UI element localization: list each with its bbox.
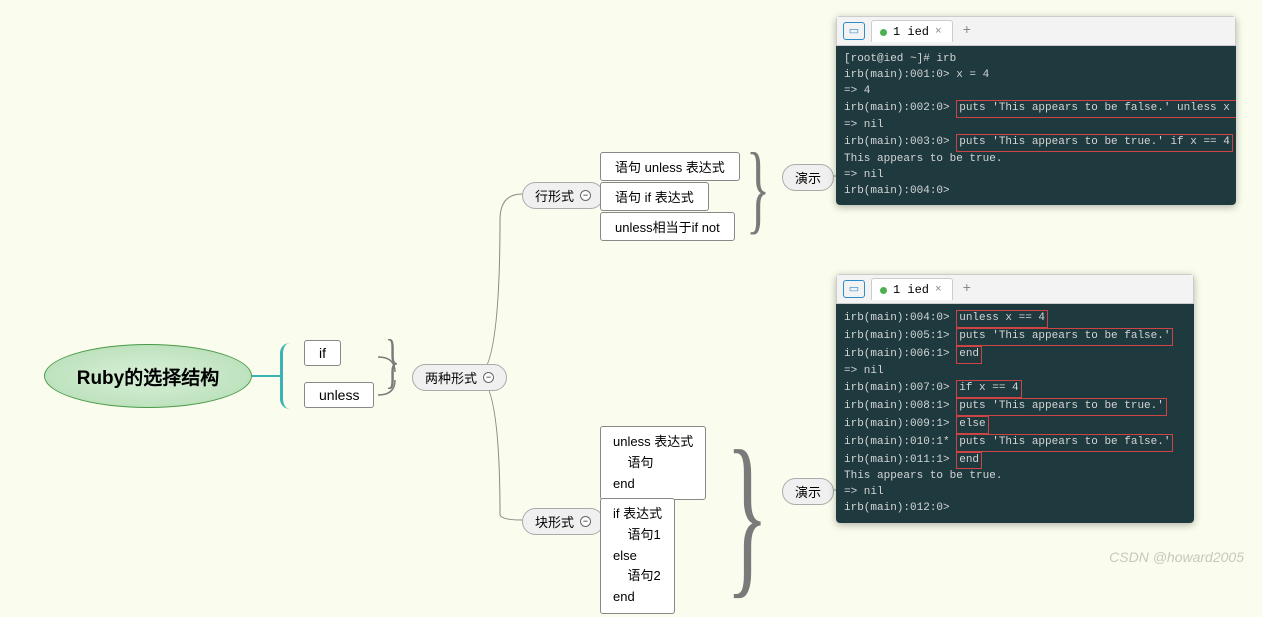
folder-icon[interactable]: ▭	[843, 22, 865, 40]
terminal-2: ▭ 1 ied × + irb(main):004:0> unless x ==…	[836, 274, 1194, 523]
line-item-2[interactable]: 语句 if 表达式	[600, 182, 709, 211]
collapse-icon[interactable]: −	[580, 190, 591, 201]
level1-bracket	[280, 343, 304, 409]
block-demo-pill[interactable]: 演示	[782, 478, 834, 505]
terminal-2-tab[interactable]: 1 ied ×	[871, 278, 953, 300]
terminal-2-body: irb(main):004:0> unless x == 4irb(main):…	[836, 304, 1194, 523]
if-label: if	[319, 345, 326, 361]
folder-icon[interactable]: ▭	[843, 280, 865, 298]
watermark: CSDN @howard2005	[1109, 549, 1244, 565]
root-node[interactable]: Ruby的选择结构	[44, 344, 252, 408]
block-form-pill[interactable]: 块形式 −	[522, 508, 604, 535]
line-form-pill[interactable]: 行形式 −	[522, 182, 604, 209]
block-code-2[interactable]: if 表达式 语句1 else 语句2 end	[600, 498, 675, 614]
brace-l1: }	[385, 327, 399, 396]
active-dot-icon	[880, 29, 887, 36]
terminal-1: ▭ 1 ied × + [root@ied ~]# irbirb(main):0…	[836, 16, 1236, 205]
block-code-1[interactable]: unless 表达式 语句 end	[600, 426, 706, 500]
terminal-2-tab-label: 1 ied	[893, 283, 929, 297]
terminal-1-tab[interactable]: 1 ied ×	[871, 20, 953, 42]
collapse-icon[interactable]: −	[580, 516, 591, 527]
close-icon[interactable]: ×	[935, 26, 942, 38]
new-tab-icon[interactable]: +	[959, 281, 975, 297]
terminal-2-titlebar: ▭ 1 ied × +	[836, 274, 1194, 304]
unless-label: unless	[319, 387, 359, 403]
terminal-1-body: [root@ied ~]# irbirb(main):001:0> x = 4=…	[836, 46, 1236, 205]
two-forms-pill[interactable]: 两种形式 −	[412, 364, 507, 391]
terminal-1-titlebar: ▭ 1 ied × +	[836, 16, 1236, 46]
line-demo-pill[interactable]: 演示	[782, 164, 834, 191]
two-forms-label: 两种形式	[425, 368, 477, 387]
close-icon[interactable]: ×	[935, 284, 942, 296]
unless-node[interactable]: unless	[304, 382, 374, 408]
line-demo-label: 演示	[795, 168, 821, 187]
terminal-1-tab-label: 1 ied	[893, 25, 929, 39]
new-tab-icon[interactable]: +	[959, 23, 975, 39]
line-item-1[interactable]: 语句 unless 表达式	[600, 152, 740, 181]
block-form-label: 块形式	[535, 512, 574, 531]
block-demo-label: 演示	[795, 482, 821, 501]
active-dot-icon	[880, 287, 887, 294]
if-node[interactable]: if	[304, 340, 341, 366]
brace-line: }	[746, 130, 770, 245]
root-title: Ruby的选择结构	[77, 363, 220, 390]
line-item-3[interactable]: unless相当于if not	[600, 212, 735, 241]
collapse-icon[interactable]: −	[483, 372, 494, 383]
line-form-label: 行形式	[535, 186, 574, 205]
brace-block: }	[726, 410, 769, 617]
